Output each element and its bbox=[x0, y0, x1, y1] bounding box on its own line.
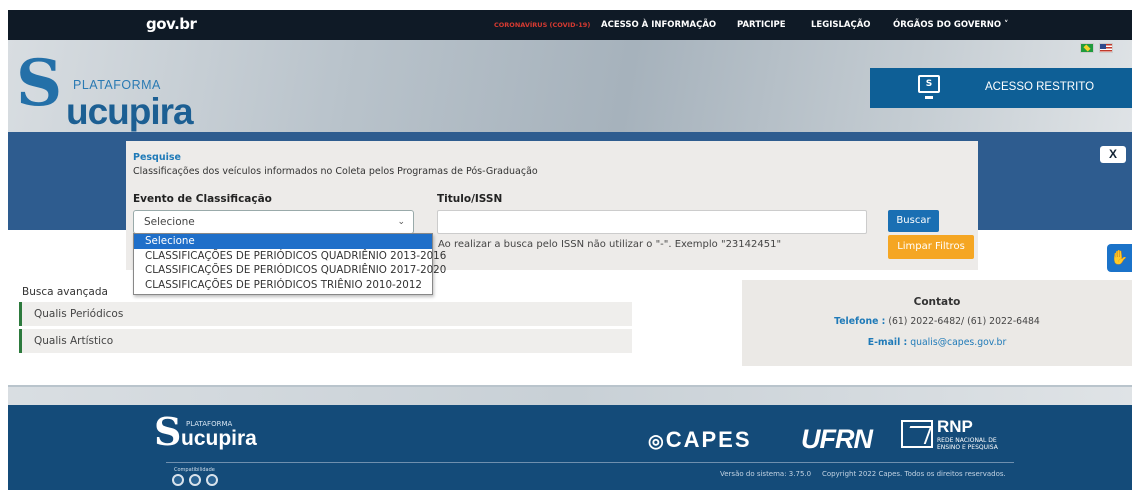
link-coronavirus[interactable]: CORONAVÍRUS (COVID-19) bbox=[494, 21, 590, 29]
capes-icon: ◎ bbox=[648, 431, 664, 451]
capes-logo[interactable]: ◎CAPES bbox=[648, 427, 752, 453]
brazil-flag-icon[interactable] bbox=[1080, 43, 1094, 53]
search-title: Pesquise bbox=[133, 152, 181, 163]
logo-name-text: ucupira bbox=[66, 91, 194, 132]
rnp-subtitle: REDE NACIONAL DE ENSINO E PESQUISA bbox=[937, 437, 998, 451]
footer-rule bbox=[166, 462, 1014, 463]
email-label: E-mail : bbox=[867, 337, 908, 348]
chrome-icon bbox=[172, 474, 184, 486]
link-orgaos-governo[interactable]: ÓRGÃOS DO GOVERNO ˅ bbox=[893, 20, 1008, 30]
footer-logo-s: S bbox=[154, 409, 182, 454]
menu-item-qualis-periodicos[interactable]: Qualis Periódicos bbox=[19, 302, 632, 326]
browser-icons bbox=[172, 474, 218, 486]
email-link[interactable]: qualis@capes.gov.br bbox=[910, 337, 1006, 348]
contato-telefone: Telefone : (61) 2022-6482/ (61) 2022-648… bbox=[742, 316, 1132, 327]
evento-select-value: Selecione bbox=[144, 216, 195, 228]
dropdown-option[interactable]: CLASSIFICAÇÕES DE PERIÓDICOS TRIÊNIO 201… bbox=[134, 278, 432, 293]
contato-title: Contato bbox=[913, 296, 961, 308]
acesso-restrito-label: ACESSO RESTRITO bbox=[985, 81, 1095, 93]
logo-s-glyph: S bbox=[16, 46, 63, 121]
safari-icon bbox=[206, 474, 218, 486]
compat-label: Compatibilidade bbox=[174, 467, 215, 473]
dropdown-option[interactable]: CLASSIFICAÇÕES DE PERIÓDICOS QUADRIÊNIO … bbox=[134, 263, 446, 278]
copyright: Copyright 2022 Capes. Todos os direitos … bbox=[822, 470, 1006, 478]
site-header: S PLATAFORMA ucupira S ACESSO RESTRITO bbox=[8, 40, 1132, 132]
system-version: Versão do sistema: 3.75.0 bbox=[720, 470, 812, 478]
page: gov.br CORONAVÍRUS (COVID-19) ACESSO À I… bbox=[0, 0, 1132, 490]
link-acesso-informacao[interactable]: ACESSO À INFORMAÇÃO bbox=[601, 20, 716, 30]
logo-plataforma-text: PLATAFORMA bbox=[73, 78, 161, 92]
close-button[interactable]: X bbox=[1100, 146, 1126, 163]
footer-logo-name: ucupira bbox=[181, 427, 257, 450]
busca-avancada-title: Busca avançada bbox=[22, 286, 108, 298]
titulo-issn-input[interactable] bbox=[437, 210, 867, 234]
evento-dropdown-list: Selecione CLASSIFICAÇÕES DE PERIÓDICOS Q… bbox=[133, 233, 446, 295]
footer-strip bbox=[8, 387, 1132, 405]
menu-item-qualis-artistico[interactable]: Qualis Artístico bbox=[19, 329, 632, 353]
limpar-filtros-button[interactable]: Limpar Filtros bbox=[888, 235, 974, 259]
rnp-logo[interactable]: RNP bbox=[937, 417, 973, 437]
telefone-value: (61) 2022-6482/ (61) 2022-6484 bbox=[888, 316, 1040, 327]
govbr-logo[interactable]: gov.br bbox=[146, 15, 197, 33]
usa-flag-icon[interactable] bbox=[1099, 43, 1113, 53]
capes-text: CAPES bbox=[665, 427, 752, 452]
titulo-label: Titulo/ISSN bbox=[437, 193, 503, 205]
acesso-restrito-button[interactable]: S ACESSO RESTRITO bbox=[870, 68, 1132, 108]
telefone-label: Telefone : bbox=[834, 316, 886, 327]
search-subtitle: Classificações dos veículos informados n… bbox=[133, 166, 538, 177]
evento-label: Evento de Classificação bbox=[133, 193, 272, 205]
rnp-icon bbox=[901, 420, 933, 448]
link-participe[interactable]: PARTICIPE bbox=[737, 20, 786, 30]
issn-hint: Ao realizar a busca pelo ISSN não utiliz… bbox=[438, 239, 782, 250]
hand-sign-language-icon[interactable]: ✋ bbox=[1107, 244, 1132, 272]
firefox-icon bbox=[189, 474, 201, 486]
language-flags bbox=[1080, 43, 1113, 53]
gov-top-bar: gov.br CORONAVÍRUS (COVID-19) ACESSO À I… bbox=[8, 10, 1132, 40]
site-footer: S PLATAFORMA ucupira ◎CAPES UFRN RNP RED… bbox=[8, 405, 1132, 490]
link-legislacao[interactable]: LEGISLAÇÃO bbox=[811, 20, 871, 30]
chevron-down-icon: ⌄ bbox=[397, 217, 405, 227]
buscar-button[interactable]: Buscar bbox=[888, 210, 939, 232]
ufrn-logo[interactable]: UFRN bbox=[801, 424, 873, 455]
contato-box: Contato Telefone : (61) 2022-6482/ (61) … bbox=[742, 280, 1132, 366]
dropdown-option[interactable]: CLASSIFICAÇÕES DE PERIÓDICOS QUADRIÊNIO … bbox=[134, 249, 446, 264]
monitor-icon: S bbox=[918, 75, 940, 99]
contato-email: E-mail : qualis@capes.gov.br bbox=[742, 337, 1132, 348]
evento-select[interactable]: Selecione ⌄ bbox=[133, 210, 414, 234]
dropdown-option[interactable]: Selecione bbox=[134, 234, 432, 249]
chevron-down-icon: ˅ bbox=[1004, 20, 1009, 30]
orgaos-label: ÓRGÃOS DO GOVERNO bbox=[893, 20, 1002, 30]
